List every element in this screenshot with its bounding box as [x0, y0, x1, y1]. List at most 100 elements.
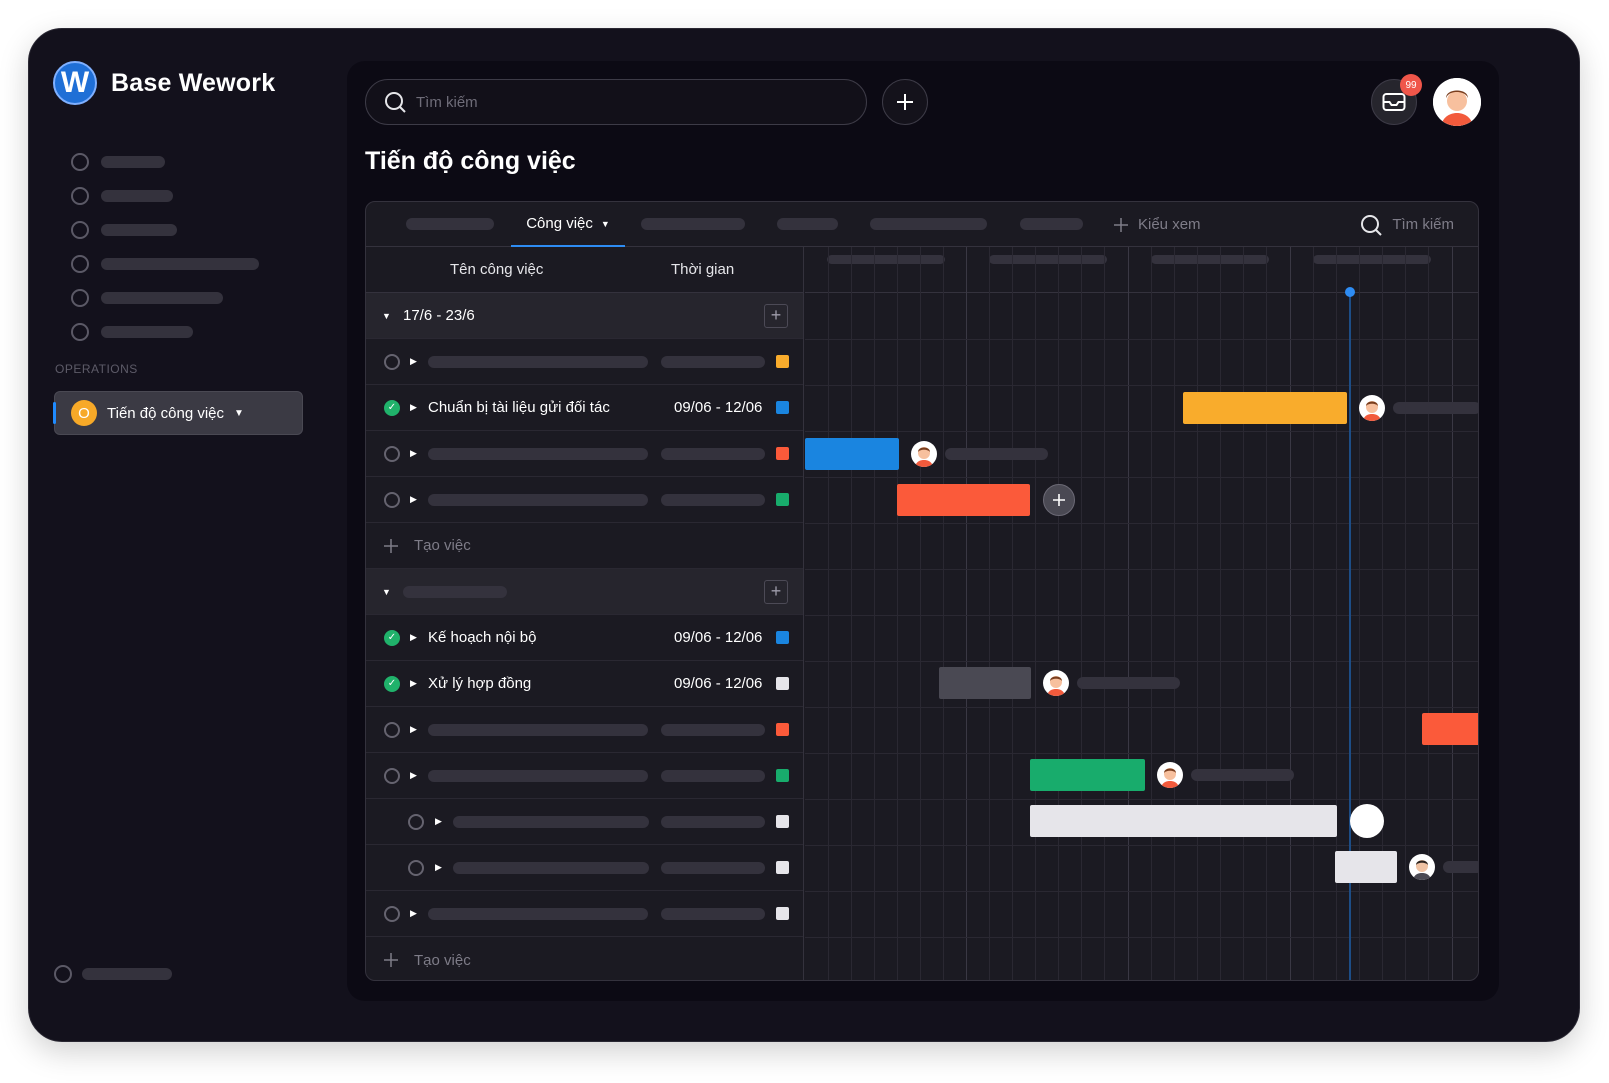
subtask-row[interactable]: ▶ [366, 799, 803, 845]
expand-icon[interactable]: ▶ [410, 494, 417, 505]
tab-placeholder[interactable] [406, 218, 494, 230]
task-row[interactable]: ▶ [366, 707, 803, 753]
gantt-bar[interactable] [1030, 759, 1145, 791]
collapse-icon[interactable]: ▼ [382, 311, 391, 321]
expand-icon[interactable]: ▶ [410, 632, 417, 643]
sidebar-item[interactable] [71, 247, 259, 281]
inbox-button[interactable]: 99 [1371, 74, 1422, 125]
tab-placeholder[interactable] [1020, 218, 1083, 230]
sidebar-item[interactable] [71, 281, 259, 315]
status-checkbox[interactable] [384, 445, 400, 462]
status-checkbox[interactable] [384, 491, 400, 508]
tab-label: Công việc [526, 215, 593, 232]
status-checkbox[interactable] [408, 813, 424, 830]
task-name: Chuẩn bị tài liệu gửi đối tác [428, 399, 610, 416]
brand[interactable]: W Base Wework [53, 61, 275, 105]
add-task-button[interactable]: + [764, 579, 788, 604]
status-checkbox-checked[interactable]: ✓ [384, 675, 400, 692]
gantt-timeline [805, 247, 1478, 980]
gantt-bar[interactable] [805, 438, 899, 470]
drag-handle[interactable] [1350, 804, 1384, 838]
board-search-button[interactable]: Tìm kiếm [1360, 202, 1454, 247]
grid-line [943, 247, 944, 980]
sidebar-item[interactable] [71, 145, 259, 179]
add-button[interactable] [882, 79, 928, 125]
search-bar[interactable] [365, 79, 867, 125]
row-line [805, 845, 1478, 846]
footer-label-placeholder [82, 968, 172, 980]
expand-icon[interactable]: ▶ [435, 816, 442, 827]
task-name-placeholder [453, 861, 649, 874]
expand-icon[interactable]: ▶ [410, 448, 417, 459]
task-row[interactable]: ✓ ▶ Kế hoạch nội bộ 09/06 - 12/06 [366, 615, 803, 661]
status-checkbox-checked[interactable]: ✓ [384, 399, 400, 416]
assignee-name-placeholder [945, 448, 1048, 460]
color-swatch [776, 355, 789, 368]
sidebar-item[interactable] [71, 315, 259, 349]
task-row[interactable]: ▶ [366, 891, 803, 937]
sidebar-item-label: Tiến độ công việc [107, 404, 225, 422]
gantt-bar[interactable] [939, 667, 1031, 699]
expand-icon[interactable]: ▶ [410, 724, 417, 735]
assignee-avatar[interactable] [1409, 854, 1435, 880]
assignee-avatar[interactable] [911, 441, 937, 467]
sidebar-item-active[interactable]: O Tiến độ công việc ▼ [53, 391, 303, 435]
tab-placeholder[interactable] [870, 218, 987, 230]
status-checkbox[interactable] [408, 859, 424, 876]
gantt-bar[interactable] [1335, 851, 1397, 883]
task-row[interactable]: ▶ [366, 477, 803, 523]
expand-icon[interactable]: ▶ [410, 402, 417, 413]
sidebar-footer-item[interactable] [54, 965, 172, 983]
tab-tasks[interactable]: Công việc ▼ [511, 202, 625, 247]
group-label: 17/6 - 23/6 [403, 307, 475, 324]
create-task-row[interactable]: Tạo việc [366, 523, 803, 569]
tab-placeholder[interactable] [777, 218, 838, 230]
add-assignee-button[interactable] [1043, 484, 1075, 516]
task-row[interactable]: ▶ [366, 339, 803, 385]
page-title: Tiến độ công việc [365, 147, 576, 175]
grid-line [1405, 247, 1406, 980]
sidebar-item[interactable] [71, 213, 259, 247]
collapse-icon[interactable]: ▼ [382, 587, 391, 597]
task-date-placeholder [661, 815, 765, 828]
app-logo: W [53, 61, 97, 105]
add-view-button[interactable]: Kiểu xem [1114, 202, 1201, 247]
color-swatch [776, 447, 789, 460]
task-row[interactable]: ✓ ▶ Xử lý hợp đồng 09/06 - 12/06 [366, 661, 803, 707]
plus-icon [384, 538, 398, 553]
group-header[interactable]: ▼ + [366, 569, 803, 615]
subtask-row[interactable]: ▶ [366, 845, 803, 891]
task-dates: 09/06 - 12/06 [674, 399, 763, 416]
create-task-row[interactable]: Tạo việc [366, 937, 803, 980]
assignee-avatar[interactable] [1157, 762, 1183, 788]
tab-placeholder[interactable] [641, 218, 745, 230]
expand-icon[interactable]: ▶ [410, 770, 417, 781]
status-checkbox[interactable] [384, 767, 400, 784]
gantt-bar[interactable] [1030, 805, 1337, 837]
assignee-avatar[interactable] [1359, 395, 1385, 421]
sidebar-item[interactable] [71, 179, 259, 213]
assignee-avatar[interactable] [1043, 670, 1069, 696]
group-header[interactable]: ▼ 17/6 - 23/6 + [366, 293, 803, 339]
status-checkbox-checked[interactable]: ✓ [384, 629, 400, 646]
task-row[interactable]: ▶ [366, 431, 803, 477]
task-row[interactable]: ✓ ▶ Chuẩn bị tài liệu gửi đối tác 09/06 … [366, 385, 803, 431]
gantt-bar[interactable] [1183, 392, 1347, 424]
user-avatar[interactable] [1433, 78, 1481, 126]
task-date-placeholder [661, 447, 765, 460]
search-input[interactable] [416, 93, 816, 111]
expand-icon[interactable]: ▶ [410, 678, 417, 689]
gantt-bar[interactable] [897, 484, 1030, 516]
add-task-button[interactable]: + [764, 303, 788, 328]
status-checkbox[interactable] [384, 905, 400, 922]
status-checkbox[interactable] [384, 721, 400, 738]
expand-icon[interactable]: ▶ [435, 862, 442, 873]
gantt-bar[interactable] [1422, 713, 1478, 745]
create-task-button[interactable]: Tạo việc [366, 952, 471, 969]
grid-line [1290, 247, 1291, 980]
create-task-button[interactable]: Tạo việc [366, 537, 471, 554]
expand-icon[interactable]: ▶ [410, 908, 417, 919]
status-checkbox[interactable] [384, 353, 400, 370]
expand-icon[interactable]: ▶ [410, 356, 417, 367]
task-row[interactable]: ▶ [366, 753, 803, 799]
